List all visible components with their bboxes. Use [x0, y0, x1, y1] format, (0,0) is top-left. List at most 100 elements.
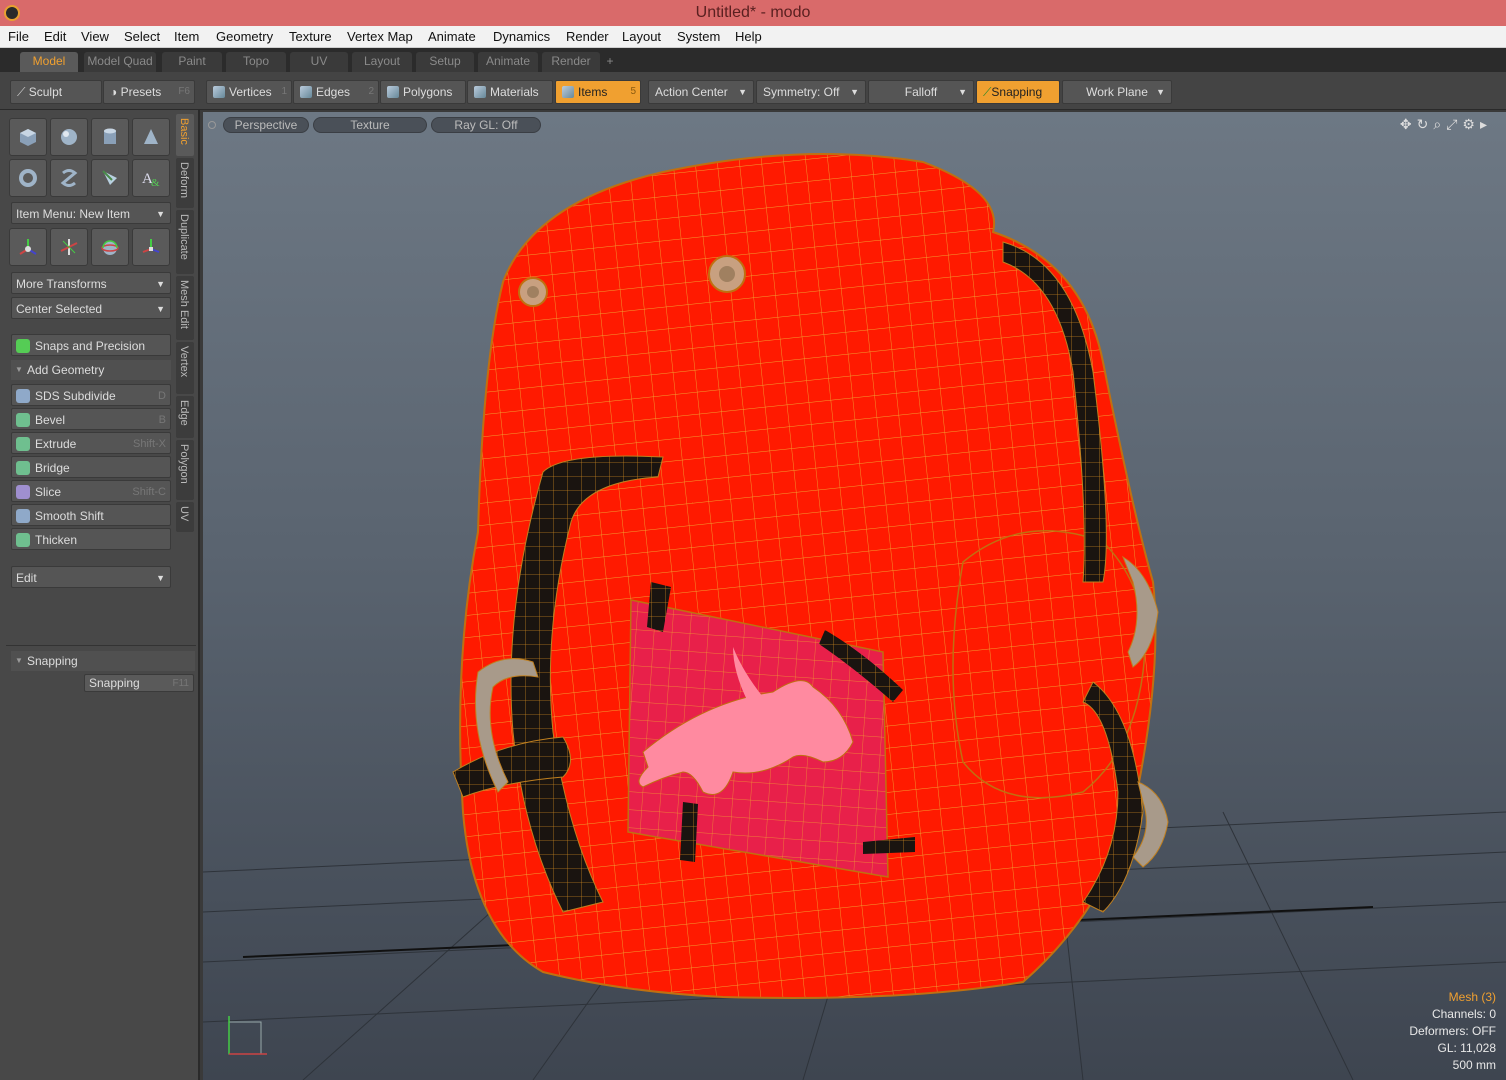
zoom-icon[interactable]: ⌕ [1433, 116, 1446, 132]
menu-edit[interactable]: Edit [44, 29, 66, 44]
snapping-button[interactable]: Snapping F11 [84, 674, 194, 692]
menu-layout[interactable]: Layout [622, 29, 661, 44]
window-title: Untitled* - modo [695, 4, 811, 21]
menu-help[interactable]: Help [735, 29, 762, 44]
action-center-dropdown[interactable]: Action Center ▼ [648, 80, 754, 104]
snapping-header[interactable]: Snapping [11, 651, 195, 671]
sidetab-edge[interactable]: Edge [176, 396, 194, 438]
menu-geometry[interactable]: Geometry [216, 29, 273, 44]
menu-render[interactable]: Render [566, 29, 609, 44]
sidetab-mesh-edit[interactable]: Mesh Edit [176, 276, 194, 340]
viewport-options-icon[interactable] [208, 121, 216, 129]
tab-model[interactable]: Model [20, 52, 78, 72]
tool-smooth-shift[interactable]: Smooth Shift [11, 504, 171, 526]
3d-viewport[interactable]: Perspective Texture Ray GL: Off ✥↻⌕⤢⚙▸ M… [203, 112, 1506, 1080]
more-transforms-dropdown[interactable]: More Transforms ▼ [11, 272, 171, 294]
center-selected-dropdown[interactable]: Center Selected ▼ [11, 297, 171, 319]
presets-button[interactable]: ◑ Presets F6 [103, 80, 195, 104]
sphere-primitive-button[interactable] [50, 118, 88, 156]
title-bar: Untitled* - modo [0, 0, 1506, 26]
add-tab-button[interactable]: + [602, 52, 618, 72]
extrude-icon [16, 437, 30, 451]
tab-setup[interactable]: Setup [416, 52, 474, 72]
menu-dynamics[interactable]: Dynamics [493, 29, 550, 44]
vertices-mode-button[interactable]: Vertices 1 [206, 80, 292, 104]
work-plane-dropdown[interactable]: Work Plane ▼ [1062, 80, 1172, 104]
pan-icon[interactable]: ✥ [1400, 116, 1417, 132]
items-mode-button[interactable]: Items 5 [555, 80, 641, 104]
tool-slice[interactable]: Slice Shift-C [11, 480, 171, 502]
maximize-icon[interactable]: ⤢ [1446, 116, 1462, 132]
tab-model-quad[interactable]: Model Quad [84, 52, 156, 72]
chevron-down-icon: ▼ [850, 87, 859, 97]
sidetab-vertex[interactable]: Vertex [176, 342, 194, 394]
polygons-icon [387, 86, 399, 98]
tab-topo[interactable]: Topo [226, 52, 286, 72]
menu-view[interactable]: View [81, 29, 109, 44]
sidetab-duplicate[interactable]: Duplicate [176, 210, 194, 274]
chevron-down-icon: ▼ [1156, 87, 1165, 97]
sculpt-brush-icon: ⟋ [17, 85, 29, 99]
orbit-icon[interactable]: ↻ [1417, 116, 1434, 132]
tab-render[interactable]: Render [542, 52, 600, 72]
sidetab-uv[interactable]: UV [176, 502, 194, 532]
tool-extrude[interactable]: Extrude Shift-X [11, 432, 171, 454]
edges-mode-button[interactable]: Edges 2 [293, 80, 379, 104]
menu-item[interactable]: Item [174, 29, 199, 44]
materials-mode-button[interactable]: Materials [467, 80, 553, 104]
view-perspective-dropdown[interactable]: Perspective [223, 117, 309, 133]
falloff-dropdown[interactable]: Falloff ▼ [868, 80, 974, 104]
chevron-right-icon[interactable]: ▸ [1480, 116, 1492, 132]
sidetab-deform[interactable]: Deform [176, 158, 194, 208]
cone-primitive-button[interactable] [132, 118, 170, 156]
menu-select[interactable]: Select [124, 29, 160, 44]
menu-texture[interactable]: Texture [289, 29, 332, 44]
menu-vertex-map[interactable]: Vertex Map [347, 29, 413, 44]
tool-bridge[interactable]: Bridge [11, 456, 171, 478]
rotate-tool-button[interactable] [50, 228, 88, 266]
sidetab-polygon[interactable]: Polygon [176, 440, 194, 500]
text-tool-button[interactable]: A & [132, 159, 170, 197]
tool-sds-subdivide[interactable]: SDS Subdivide D [11, 384, 171, 406]
tab-layout[interactable]: Layout [352, 52, 412, 72]
main-toolbar: ⟋ Sculpt ◑ Presets F6 Vertices 1 Edges 2… [0, 72, 1506, 110]
tab-animate[interactable]: Animate [478, 52, 538, 72]
tool-thicken[interactable]: Thicken [11, 528, 171, 550]
stats-scale: 500 mm [1452, 1058, 1496, 1072]
polygons-mode-button[interactable]: Polygons [380, 80, 466, 104]
menu-file[interactable]: File [8, 29, 29, 44]
chevron-down-icon: ▼ [738, 87, 747, 97]
menu-system[interactable]: System [677, 29, 720, 44]
transform-tool-button[interactable] [132, 228, 170, 266]
add-geometry-header[interactable]: Add Geometry [11, 360, 171, 380]
raygl-dropdown[interactable]: Ray GL: Off [431, 117, 541, 133]
tab-uv[interactable]: UV [290, 52, 348, 72]
tab-paint[interactable]: Paint [162, 52, 222, 72]
axis-gizmo-icon [228, 1016, 267, 1055]
snaps-icon [16, 339, 30, 353]
gear-icon[interactable]: ⚙ [1462, 116, 1480, 132]
sculpt-button[interactable]: ⟋ Sculpt [10, 80, 102, 104]
cylinder-primitive-button[interactable] [91, 118, 129, 156]
pen-tool-button[interactable] [91, 159, 129, 197]
snaps-precision-button[interactable]: Snaps and Precision [11, 334, 171, 356]
item-menu-dropdown[interactable]: Item Menu: New Item ▼ [11, 202, 171, 224]
menu-bar: File Edit View Select Item Geometry Text… [0, 26, 1506, 48]
tube-primitive-button[interactable] [50, 159, 88, 197]
cube-primitive-button[interactable] [9, 118, 47, 156]
tool-bevel[interactable]: Bevel B [11, 408, 171, 430]
menu-animate[interactable]: Animate [428, 29, 476, 44]
sidetab-basic[interactable]: Basic [176, 114, 194, 156]
scale-tool-button[interactable] [91, 228, 129, 266]
chevron-down-icon: ▼ [156, 209, 165, 219]
cube-icon [20, 129, 36, 146]
panel-divider [6, 645, 196, 646]
symmetry-dropdown[interactable]: Symmetry: Off ▼ [756, 80, 866, 104]
edit-dropdown[interactable]: Edit ▼ [11, 566, 171, 588]
snapping-toggle[interactable]: ⟋Snapping [976, 80, 1060, 104]
items-icon [562, 86, 574, 98]
torus-primitive-button[interactable] [9, 159, 47, 197]
view-texture-dropdown[interactable]: Texture [313, 117, 427, 133]
move-tool-button[interactable] [9, 228, 47, 266]
tube-icon [60, 169, 78, 187]
